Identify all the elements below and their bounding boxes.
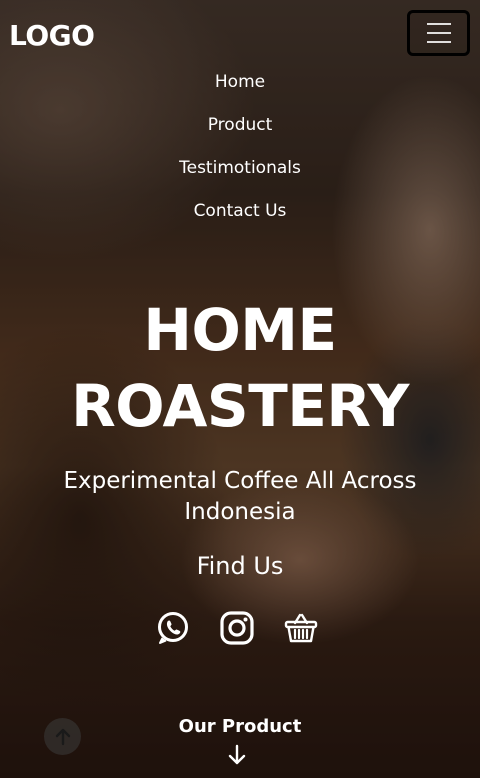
top-bar: LOGO xyxy=(0,0,480,70)
main-nav: Home Product Testimotionals Contact Us xyxy=(0,64,480,236)
hero-subtitle: Experimental Coffee All Across Indonesia xyxy=(63,468,417,525)
nav-item-testimonials[interactable]: Testimotionals xyxy=(179,150,301,193)
nav-item-contact-us[interactable]: Contact Us xyxy=(194,193,287,236)
logo[interactable]: LOGO xyxy=(9,19,95,52)
nav-item-product[interactable]: Product xyxy=(208,107,273,150)
arrow-down-icon[interactable] xyxy=(227,744,247,766)
our-product-link[interactable]: Our Product xyxy=(0,716,480,737)
hamburger-menu-button[interactable] xyxy=(407,10,470,56)
hero-title: HOME ROASTERY xyxy=(0,292,480,444)
instagram-icon[interactable] xyxy=(219,610,255,646)
hero-title-line2: ROASTERY xyxy=(71,372,409,440)
find-us-heading: Find Us xyxy=(196,552,284,580)
social-links xyxy=(0,610,480,650)
whatsapp-icon[interactable] xyxy=(155,610,191,646)
hamburger-line xyxy=(426,23,451,25)
hero-title-line1: HOME xyxy=(143,296,337,364)
hamburger-line xyxy=(426,41,451,43)
basket-icon[interactable] xyxy=(283,610,319,646)
hamburger-line xyxy=(426,32,451,34)
nav-item-home[interactable]: Home xyxy=(215,64,265,107)
